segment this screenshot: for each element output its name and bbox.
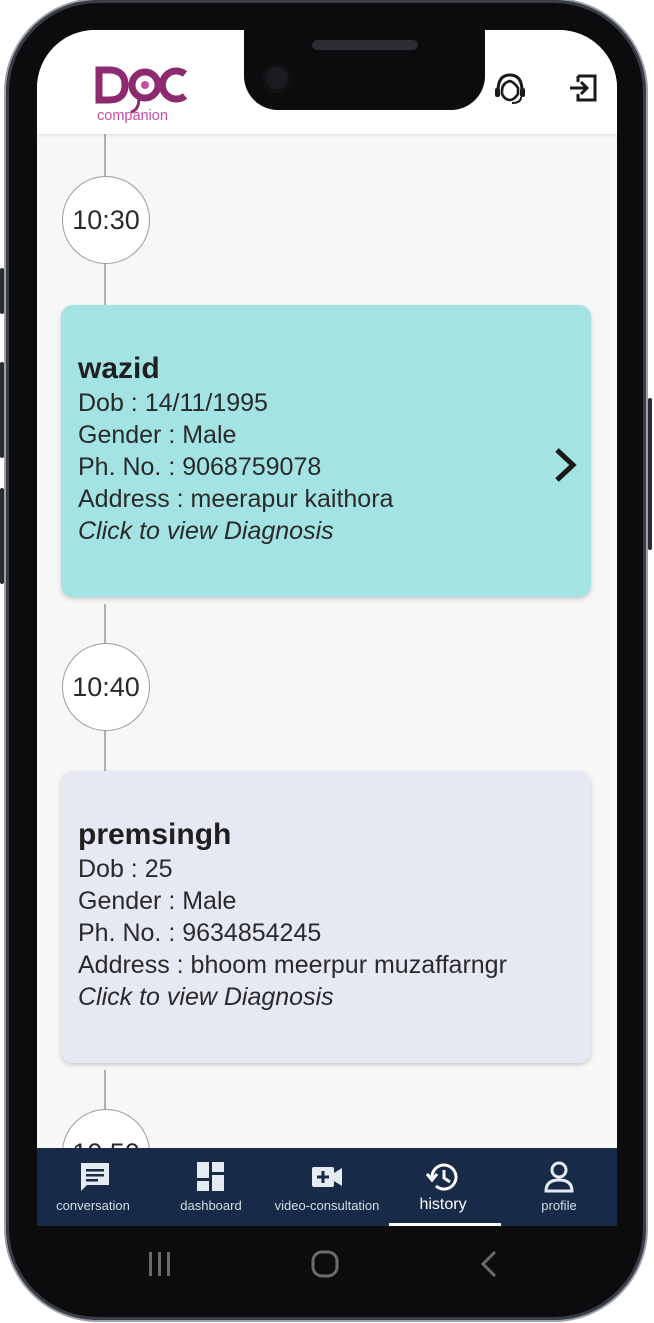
app-screen: companion 10:30 wazid Dob: 14/11/1995 G…	[37, 30, 617, 1226]
timeline-connector	[104, 731, 106, 771]
patient-gender: Gender : Male	[78, 887, 237, 915]
nav-label-dashboard: dashboard	[180, 1198, 242, 1213]
view-diagnosis-link[interactable]: Click to view Diagnosis	[78, 515, 591, 547]
patient-name: premsingh	[78, 818, 232, 851]
volume-down-button	[0, 488, 4, 584]
nav-profile[interactable]: profile	[501, 1148, 617, 1226]
nav-label-profile: profile	[541, 1198, 577, 1213]
patient-phone: Ph. No. : 9068759078	[78, 453, 322, 481]
side-button	[0, 268, 4, 314]
nav-video-consultation[interactable]: video-consultation	[269, 1148, 385, 1226]
timeline-connector	[104, 264, 106, 306]
timeline-connector	[104, 1070, 106, 1110]
video-call-icon	[312, 1167, 342, 1187]
doc-companion-logo[interactable]: companion	[95, 64, 195, 124]
nav-history[interactable]: history	[385, 1148, 501, 1226]
patient-gender: Gender : Male	[78, 421, 237, 449]
power-button	[648, 398, 652, 550]
volume-up-button	[0, 362, 4, 458]
nav-dashboard[interactable]: dashboard	[153, 1148, 269, 1226]
view-diagnosis-link[interactable]: Click to view Diagnosis	[78, 981, 591, 1013]
home-icon[interactable]	[305, 1246, 345, 1282]
time-slot-1030: 10:30	[62, 176, 150, 264]
patient-dob: Dob : 25	[78, 855, 173, 883]
nav-label-video-consultation: video-consultation	[274, 1198, 380, 1213]
bottom-navigation: conversation dashboard video-consultatio…	[37, 1148, 617, 1226]
chat-icon	[81, 1163, 109, 1191]
nav-conversation[interactable]: conversation	[37, 1148, 153, 1226]
nav-label-conversation: conversation	[56, 1198, 130, 1213]
timeline-connector	[104, 604, 106, 644]
patient-address: Address : bhoom meerpur muzaffarngr	[78, 951, 507, 979]
time-slot-1050: 10:50	[62, 1109, 150, 1148]
patient-name: wazid	[78, 352, 160, 385]
chevron-right-icon[interactable]	[547, 445, 583, 485]
profile-icon	[544, 1161, 574, 1193]
active-tab-indicator	[389, 1223, 501, 1226]
logout-icon[interactable]	[565, 70, 601, 106]
nav-label-history: history	[419, 1196, 467, 1213]
system-navigation-bar	[37, 1226, 617, 1296]
support-agent-icon[interactable]	[492, 70, 528, 106]
dashboard-icon	[197, 1162, 224, 1191]
history-icon	[425, 1163, 458, 1191]
history-timeline: 10:30 wazid Dob : 14/11/1995 Gender : Ma…	[37, 134, 617, 1148]
patient-dob: Dob : 14/11/1995	[78, 389, 268, 417]
patient-card-premsingh[interactable]: premsingh Dob : 25 Gender : Male Ph. No.…	[61, 771, 591, 1063]
patient-address: Address : meerapur kaithora	[78, 485, 394, 513]
patient-card-wazid[interactable]: wazid Dob : 14/11/1995 Gender : Male Ph.…	[61, 305, 591, 597]
front-camera	[262, 63, 292, 93]
back-icon[interactable]	[469, 1246, 509, 1282]
time-slot-1040: 10:40	[62, 643, 150, 731]
earpiece	[312, 40, 418, 50]
logo-wordmark: companion	[97, 108, 168, 124]
recents-icon[interactable]	[140, 1246, 180, 1282]
timeline-connector	[104, 134, 106, 176]
patient-phone: Ph. No. : 9634854245	[78, 919, 322, 947]
